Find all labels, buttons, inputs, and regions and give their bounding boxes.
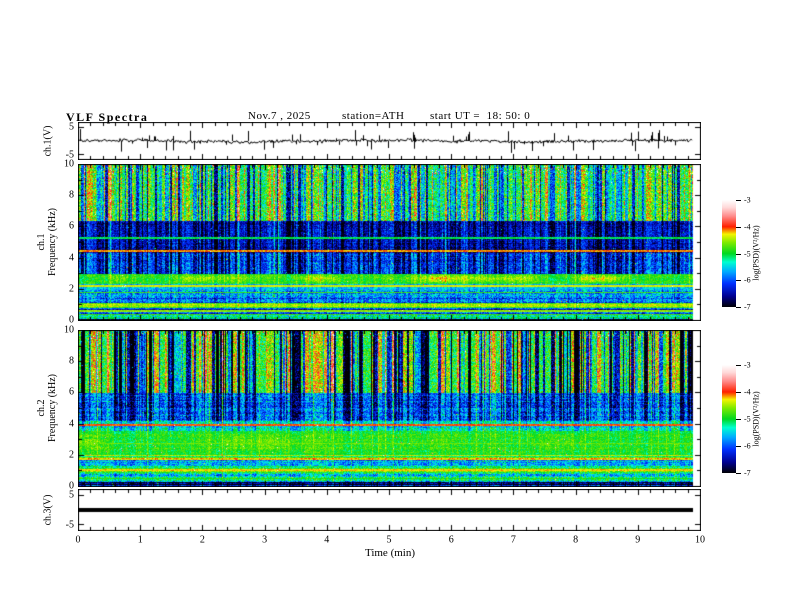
freq-tick-label: 4 xyxy=(69,252,74,264)
colorbar-tick-label: -7 xyxy=(744,468,751,478)
colorbar-tick-label: -5 xyxy=(744,414,751,424)
colorbar-tick xyxy=(736,280,741,281)
x-tick-label: 7 xyxy=(510,534,516,546)
ch3-voltage-tick-label: -5 xyxy=(65,519,74,531)
freq-tick-label: 8 xyxy=(69,355,74,367)
colorbar-tick-label: -6 xyxy=(744,275,751,285)
freq-tick-label: 10 xyxy=(64,158,74,170)
ch3-voltage-tick-label: 5 xyxy=(69,489,74,501)
ch2-frequency-axis-label: ch.2 Frequency (kHz) xyxy=(36,374,58,442)
ch1-waveform-canvas xyxy=(78,122,701,160)
vlf-spectra-figure: VLF Spectra Nov.7 , 2025 station=ATH sta… xyxy=(0,0,792,612)
ch1-voltage-tick-label: 5 xyxy=(69,121,74,133)
colorbar-tick xyxy=(736,227,741,228)
ch2-spectrogram-canvas xyxy=(78,330,701,487)
ch1-label-line: ch.1 xyxy=(36,233,47,251)
x-tick-label: 4 xyxy=(324,534,330,546)
freq-tick-label: 10 xyxy=(64,324,74,336)
x-tick-label: 10 xyxy=(695,534,705,546)
colorbar-tick-label: -4 xyxy=(744,387,751,397)
colorbar-ch1-label: log(PSD)(V²/Hz) xyxy=(751,225,761,281)
time-axis-label: Time (min) xyxy=(364,547,416,559)
colorbar-tick-label: -7 xyxy=(744,302,751,312)
colorbar-ch2-label: log(PSD)(V²/Hz) xyxy=(751,391,761,447)
colorbar-tick xyxy=(736,419,741,420)
ch3-voltage-axis-label: ch.3(V) xyxy=(42,494,54,526)
freq-tick-label: 2 xyxy=(69,283,74,295)
x-tick-label: 2 xyxy=(199,534,205,546)
ch2-label-line: ch.2 xyxy=(36,399,47,417)
colorbar-tick xyxy=(736,307,741,308)
colorbar-tick-label: -3 xyxy=(744,195,751,205)
ch1-spectrogram-canvas xyxy=(78,164,701,321)
x-tick-label: 5 xyxy=(386,534,392,546)
colorbar-tick-label: -3 xyxy=(744,360,751,370)
freq-tick-label: 8 xyxy=(69,189,74,201)
colorbar-tick xyxy=(736,200,741,201)
ch1-frequency-axis-label: ch.1 Frequency (kHz) xyxy=(36,208,58,276)
freq-tick-label: 4 xyxy=(69,418,74,430)
colorbar-tick xyxy=(736,446,741,447)
colorbar-tick-label: -5 xyxy=(744,249,751,258)
x-tick-label: 6 xyxy=(448,534,454,546)
freq-tick-label: 6 xyxy=(69,220,74,232)
x-tick-label: 1 xyxy=(137,534,143,546)
start-ut-label: start UT = 18: 50: 0 xyxy=(430,110,531,122)
date-label: Nov.7 , 2025 xyxy=(248,110,311,122)
station-label: station=ATH xyxy=(342,110,405,122)
colorbar-tick xyxy=(736,473,741,474)
colorbar-tick xyxy=(736,365,741,366)
colorbar-tick-label: -6 xyxy=(744,441,751,451)
ch3-waveform-canvas xyxy=(78,489,701,531)
x-tick-label: 8 xyxy=(573,534,579,546)
x-tick-label: 3 xyxy=(262,534,268,546)
frequency-unit-label: Frequency (kHz) xyxy=(47,207,58,277)
colorbar-tick xyxy=(736,254,741,255)
x-tick-label: 9 xyxy=(635,534,641,546)
colorbar-ch1 xyxy=(722,200,736,307)
colorbar-tick-label: -4 xyxy=(744,222,751,232)
freq-tick-label: 2 xyxy=(69,449,74,461)
colorbar-tick xyxy=(736,392,741,393)
x-tick-label: 0 xyxy=(75,534,81,546)
ch1-voltage-axis-label: ch.1(V) xyxy=(42,125,54,157)
frequency-unit-label: Frequency (kHz) xyxy=(47,373,58,443)
colorbar-ch2 xyxy=(722,365,736,473)
freq-tick-label: 6 xyxy=(69,386,74,398)
